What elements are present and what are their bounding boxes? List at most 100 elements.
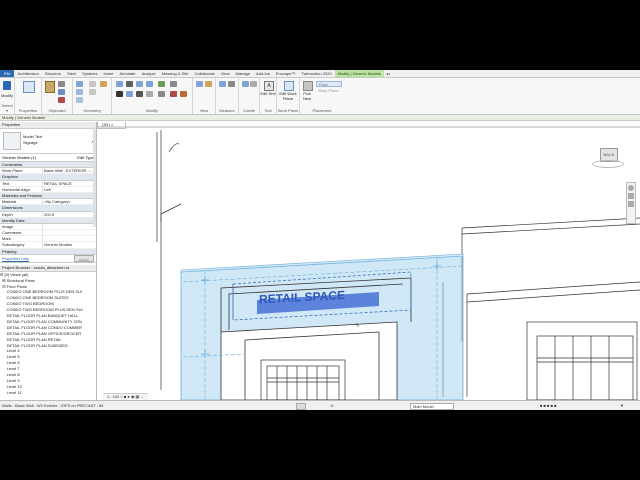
rotate-icon[interactable]	[136, 91, 143, 97]
match-properties-icon[interactable]	[58, 97, 65, 103]
modify-cursor-icon[interactable]	[3, 81, 11, 90]
modify-button[interactable]: Modify	[0, 93, 14, 98]
property-value[interactable]	[42, 230, 96, 236]
view-control-icons[interactable]: □ ■ ● ◉ ▦ ←	[120, 394, 144, 399]
tab-systems[interactable]: Systems	[79, 70, 100, 77]
trim-icon[interactable]	[170, 81, 177, 87]
model-view-canvas[interactable]: RETAIL SPACE ↖	[97, 122, 640, 400]
browser-item[interactable]: DETAIL FLOOR PLAN COMMUNITY CEN	[0, 319, 96, 325]
ribbon-tab-bar: File Architecture Structure Steel System…	[0, 70, 640, 78]
hide-icon[interactable]	[196, 81, 203, 87]
tab-add-ins[interactable]: Add-Ins	[253, 70, 273, 77]
create-parts-icon[interactable]	[250, 81, 257, 87]
cope-icon[interactable]	[76, 81, 83, 87]
override-icon[interactable]	[205, 81, 212, 87]
tab-modify-generic-models[interactable]: Modify | Generic Models	[334, 70, 384, 77]
property-value[interactable]: RETAIL SPACE	[42, 180, 96, 186]
paint-icon[interactable]	[100, 81, 107, 87]
properties-scrollbar[interactable]	[93, 127, 96, 227]
edit-work-plane-icon[interactable]	[284, 81, 294, 91]
geometry-group-label: Geometry	[83, 108, 101, 113]
property-value[interactable]	[42, 236, 96, 242]
select-group-label[interactable]: Select ▾	[0, 103, 14, 113]
viewcube-compass[interactable]	[592, 160, 624, 168]
ribbon-options-icon[interactable]: ▸•	[384, 70, 393, 77]
cut-geometry-icon[interactable]	[76, 89, 83, 95]
properties-icon[interactable]	[23, 81, 35, 93]
filter-icon[interactable]: ▼	[620, 401, 624, 410]
copy-element-icon[interactable]	[126, 91, 133, 97]
work-plane-placement-option[interactable]: Work Plane	[316, 88, 342, 94]
pan-icon[interactable]	[628, 201, 634, 207]
clipboard-group-label: Clipboard	[48, 108, 66, 113]
group-create: Create	[239, 78, 260, 114]
main-model-dropdown[interactable]: Main Model	[410, 403, 454, 410]
tab-insert[interactable]: Insert	[101, 70, 117, 77]
3d-viewport[interactable]: {3D} × RETAIL SPACE ↖ BACK 1: 100 □ ■ ●…	[97, 122, 640, 400]
browser-item[interactable]: Level 11	[0, 390, 96, 396]
zoom-icon[interactable]	[628, 193, 634, 199]
edit-text-button[interactable]: Edit Text	[260, 91, 276, 96]
property-name: Image	[2, 223, 14, 229]
paste-icon[interactable]	[45, 81, 55, 93]
copy-icon[interactable]	[58, 89, 65, 95]
dimension-icon[interactable]	[228, 81, 235, 87]
tab-twinmotion[interactable]: Twinmotion 2020	[298, 70, 334, 77]
property-name: Text	[2, 180, 10, 186]
property-value[interactable]: Generic Models	[42, 242, 96, 248]
property-name: Mark	[2, 236, 11, 242]
tab-collaborate[interactable]: Collaborate	[191, 70, 217, 77]
edit-work-plane-button[interactable]: Edit Work Plane	[277, 91, 299, 101]
pick-new-icon[interactable]	[303, 81, 313, 91]
type-selector[interactable]: Model Text Signage ▾	[0, 129, 96, 154]
properties-help-link[interactable]: Properties help	[2, 255, 29, 262]
scale-icon[interactable]	[158, 91, 165, 97]
tab-annotate[interactable]: Annotate	[117, 70, 139, 77]
browser-item[interactable]: DETAIL FLOOR PLAN CONDO COMMER	[0, 325, 96, 331]
group-clipboard: Clipboard	[42, 78, 73, 114]
join-icon[interactable]	[76, 97, 83, 103]
tab-massing-site[interactable]: Massing & Site	[159, 70, 192, 77]
tab-analyze[interactable]: Analyze	[139, 70, 159, 77]
apply-button[interactable]: Apply	[73, 254, 94, 262]
property-value[interactable]: 200.0	[42, 211, 96, 217]
pin-icon[interactable]	[180, 91, 187, 97]
tab-file[interactable]: File	[0, 70, 15, 77]
tab-enscape[interactable]: Enscape™	[273, 70, 299, 77]
array-icon[interactable]	[146, 91, 153, 97]
property-value[interactable]: Left	[42, 186, 96, 192]
family-thumbnail-icon	[3, 132, 21, 150]
geometry-tool-icon[interactable]	[89, 89, 96, 95]
tab-architecture[interactable]: Architecture	[14, 70, 41, 77]
property-value[interactable]: Basic Wall : EXTERIOR -...	[42, 168, 96, 174]
tab-view[interactable]: View	[218, 70, 233, 77]
split-icon[interactable]	[158, 81, 165, 87]
mirror-draw-icon[interactable]	[146, 81, 153, 87]
edit-text-icon[interactable]: A	[264, 81, 274, 91]
viewcube[interactable]: BACK	[592, 144, 624, 168]
property-name: Subcategory	[2, 242, 25, 248]
measure-icon[interactable]	[219, 81, 226, 87]
delete-icon[interactable]	[170, 91, 177, 97]
instance-selector[interactable]: Generic Models (1)	[0, 154, 77, 161]
pick-new-button[interactable]: Pick New	[300, 91, 314, 101]
create-assembly-icon[interactable]	[242, 81, 249, 87]
steering-wheel-icon[interactable]	[628, 185, 634, 191]
create-group-label: Create	[242, 108, 255, 113]
navigation-bar[interactable]	[626, 182, 636, 224]
tab-structure[interactable]: Structure	[42, 70, 64, 77]
property-value[interactable]	[42, 223, 96, 230]
geometry-tool-icon[interactable]	[89, 81, 96, 87]
worksets-icon[interactable]	[296, 403, 306, 410]
offset-icon[interactable]	[126, 81, 133, 87]
mirror-icon[interactable]	[136, 81, 143, 87]
align-icon[interactable]	[116, 81, 123, 87]
tab-manage[interactable]: Manage	[233, 70, 253, 77]
selection-toggle-icons[interactable]: ■ ■ ■ ■ ■	[540, 401, 557, 410]
property-value[interactable]: <By Category>	[42, 199, 96, 205]
tab-steel[interactable]: Steel	[64, 70, 79, 77]
cut-icon[interactable]	[58, 81, 65, 87]
view-scale[interactable]: 1 : 100	[107, 394, 119, 399]
face-placement-option[interactable]: Face	[316, 81, 342, 87]
move-icon[interactable]	[116, 91, 123, 97]
